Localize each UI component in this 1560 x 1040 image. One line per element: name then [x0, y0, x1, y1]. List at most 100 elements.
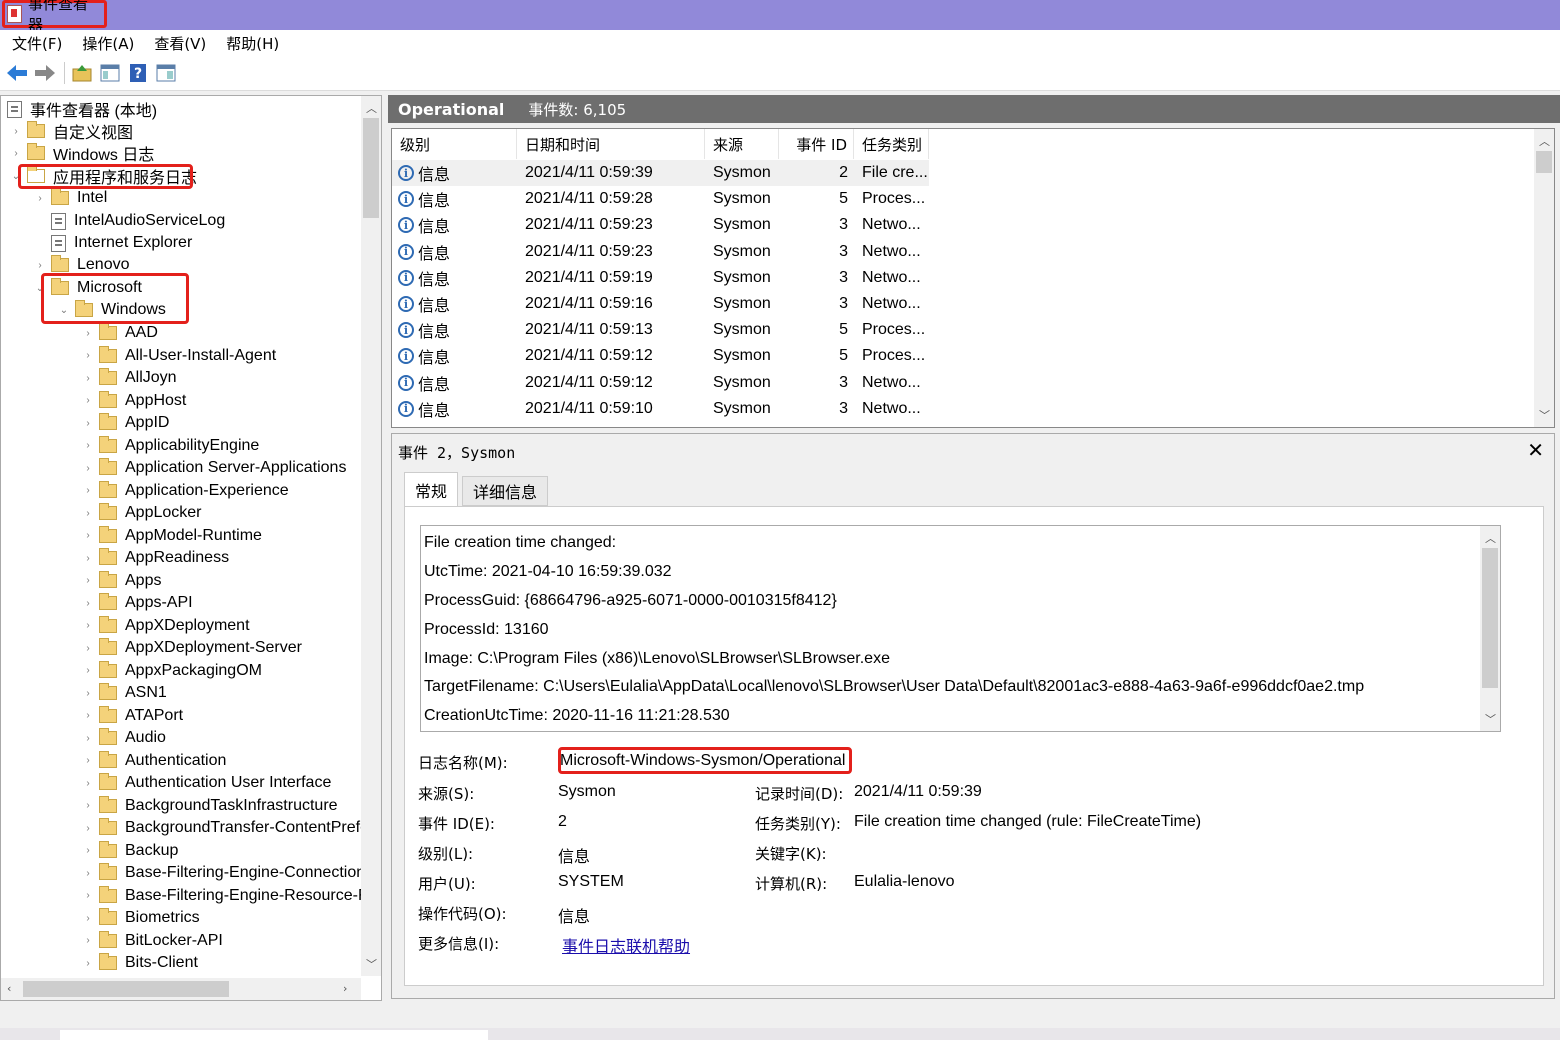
chevron-right-icon[interactable]: › [81, 350, 95, 361]
scrollbar-thumb[interactable] [363, 118, 379, 218]
close-icon[interactable]: ✕ [1527, 438, 1544, 462]
chevron-right-icon[interactable]: › [81, 575, 95, 586]
task-category-value[interactable]: File creation time changed (rule: FileCr… [854, 813, 1201, 831]
logged-value[interactable]: 2021/4/11 0:59:39 [854, 783, 982, 801]
tree-item-intelaudio[interactable]: IntelAudioServiceLog [33, 210, 225, 232]
menu-view[interactable]: 查看(V) [154, 33, 206, 54]
tree-item-child[interactable]: › Application-Experience [81, 480, 289, 502]
online-help-link[interactable]: 事件日志联机帮助 [562, 933, 690, 957]
chevron-right-icon[interactable]: › [81, 868, 95, 879]
tree-item-child[interactable]: › ApplicabilityEngine [81, 435, 259, 457]
tree-item-child[interactable]: › Application Server-Applications [81, 457, 346, 479]
tree-item-child[interactable]: › Apps-API [81, 592, 193, 614]
tree-item-intel[interactable]: › Intel [33, 187, 107, 209]
message-scrollbar[interactable]: ︿ ﹀ [1480, 526, 1500, 731]
tree-item-child[interactable]: › BitLocker-API [81, 930, 223, 952]
tree-item-child[interactable]: › BackgroundTransfer-ContentPrefe [81, 817, 369, 839]
event-row[interactable]: i 信息 2021/4/11 0:59:13 Sysmon 5 Proces... [392, 317, 929, 343]
help-icon[interactable]: ? [127, 62, 149, 84]
tree-item-child[interactable]: › AppModel-Runtime [81, 525, 262, 547]
chevron-right-icon[interactable]: › [81, 823, 95, 834]
chevron-right-icon[interactable]: › [33, 260, 47, 271]
action-pane-icon[interactable] [155, 62, 177, 84]
menu-file[interactable]: 文件(F) [12, 33, 62, 54]
tree-item-child[interactable]: › ATAPort [81, 705, 183, 727]
tree-item-child[interactable]: › Base-Filtering-Engine-Resource-Fl [81, 885, 371, 907]
event-message-box[interactable]: File creation time changed: UtcTime: 202… [420, 525, 1501, 732]
column-header-event-id[interactable]: 事件 ID [779, 129, 854, 159]
chevron-right-icon[interactable]: › [81, 553, 95, 564]
scroll-down-icon[interactable]: ﹀ [366, 956, 377, 972]
chevron-right-icon[interactable]: › [81, 485, 95, 496]
tree-item-child[interactable]: › Bits-Client [81, 952, 198, 974]
tab-details[interactable]: 详细信息 [462, 476, 549, 506]
column-header-level[interactable]: 级别 [392, 129, 517, 159]
chevron-right-icon[interactable]: › [81, 440, 95, 451]
event-row[interactable]: i 信息 2021/4/11 0:59:12 Sysmon 3 Netwo... [392, 370, 929, 396]
event-row[interactable]: i 信息 2021/4/11 0:59:19 Sysmon 3 Netwo... [392, 265, 929, 291]
scroll-left-icon[interactable]: ‹ [7, 982, 11, 995]
column-header-task-category[interactable]: 任务类别 [854, 129, 929, 159]
chevron-right-icon[interactable]: › [81, 328, 95, 339]
chevron-right-icon[interactable]: › [81, 530, 95, 541]
tree-item-child[interactable]: › AppLocker [81, 502, 202, 524]
chevron-right-icon[interactable]: › [81, 913, 95, 924]
scroll-up-icon[interactable]: ︿ [1485, 530, 1496, 546]
tree-item-child[interactable]: › Base-Filtering-Engine-Connections [81, 862, 373, 884]
chevron-right-icon[interactable]: › [9, 126, 23, 137]
scroll-down-icon[interactable]: ﹀ [1539, 407, 1550, 423]
tree-item-child[interactable]: › AllJoyn [81, 367, 177, 389]
menu-help[interactable]: 帮助(H) [226, 33, 279, 54]
console-tree-icon[interactable] [99, 62, 121, 84]
forward-arrow-icon[interactable] [34, 62, 56, 84]
tree-item-internet-explorer[interactable]: Internet Explorer [33, 232, 192, 254]
scroll-right-icon[interactable]: › [343, 982, 347, 995]
scroll-up-icon[interactable]: ︿ [1539, 133, 1550, 149]
tree-item-child[interactable]: › Authentication [81, 750, 226, 772]
column-header-datetime[interactable]: 日期和时间 [517, 129, 705, 159]
chevron-right-icon[interactable]: › [81, 958, 95, 969]
tree-item-child[interactable]: › AppxPackagingOM [81, 660, 262, 682]
chevron-right-icon[interactable]: › [81, 508, 95, 519]
chevron-right-icon[interactable]: › [81, 688, 95, 699]
user-value[interactable]: SYSTEM [558, 873, 624, 891]
chevron-right-icon[interactable]: › [81, 755, 95, 766]
event-row[interactable]: i 信息 2021/4/11 0:59:12 Sysmon 5 Proces... [392, 343, 929, 369]
tree-item-child[interactable]: › AppHost [81, 390, 186, 412]
chevron-right-icon[interactable]: › [81, 373, 95, 384]
tree-item-custom-views[interactable]: › 自定义视图 [9, 120, 133, 142]
chevron-right-icon[interactable]: › [81, 710, 95, 721]
tree-item-child[interactable]: › AppXDeployment [81, 615, 250, 637]
chevron-right-icon[interactable]: › [81, 845, 95, 856]
chevron-right-icon[interactable]: › [9, 148, 23, 159]
tree-item-child[interactable]: › AppReadiness [81, 547, 229, 569]
tree-item-child[interactable]: › Audio [81, 727, 166, 749]
event-id-value[interactable]: 2 [558, 813, 567, 831]
tree-item-child[interactable]: › Authentication User Interface [81, 772, 331, 794]
event-list-scrollbar[interactable]: ︿ ﹀ [1534, 129, 1554, 427]
event-row[interactable]: i 信息 2021/4/11 0:59:28 Sysmon 5 Proces... [392, 186, 929, 212]
level-value[interactable]: 信息 [558, 843, 590, 867]
menu-action[interactable]: 操作(A) [82, 33, 134, 54]
tree-horizontal-scrollbar[interactable]: ‹ › [1, 978, 361, 1000]
event-row[interactable]: i 信息 2021/4/11 0:59:23 Sysmon 3 Netwo... [392, 239, 929, 265]
scrollbar-thumb[interactable] [23, 981, 229, 997]
chevron-right-icon[interactable]: › [81, 598, 95, 609]
back-arrow-icon[interactable] [6, 62, 28, 84]
event-row[interactable]: i 信息 2021/4/11 0:59:10 Sysmon 3 Netwo... [392, 396, 929, 422]
tree-item-windows-logs[interactable]: › Windows 日志 [9, 142, 154, 164]
tree-item-child[interactable]: › All-User-Install-Agent [81, 345, 276, 367]
event-row[interactable]: i 信息 2021/4/11 0:59:39 Sysmon 2 File cre... [392, 160, 929, 186]
chevron-right-icon[interactable]: › [81, 665, 95, 676]
chevron-right-icon[interactable]: › [81, 418, 95, 429]
chevron-right-icon[interactable]: › [81, 620, 95, 631]
opcode-value[interactable]: 信息 [558, 903, 590, 927]
scroll-down-icon[interactable]: ﹀ [1485, 711, 1496, 727]
computer-value[interactable]: Eulalia-lenovo [854, 873, 955, 891]
tab-general[interactable]: 常规 [404, 472, 459, 506]
chevron-right-icon[interactable]: › [81, 800, 95, 811]
chevron-right-icon[interactable]: › [81, 395, 95, 406]
chevron-right-icon[interactable]: › [33, 193, 47, 204]
tree-item-child[interactable]: › BackgroundTaskInfrastructure [81, 795, 338, 817]
tree-item-child[interactable]: › Apps [81, 570, 161, 592]
